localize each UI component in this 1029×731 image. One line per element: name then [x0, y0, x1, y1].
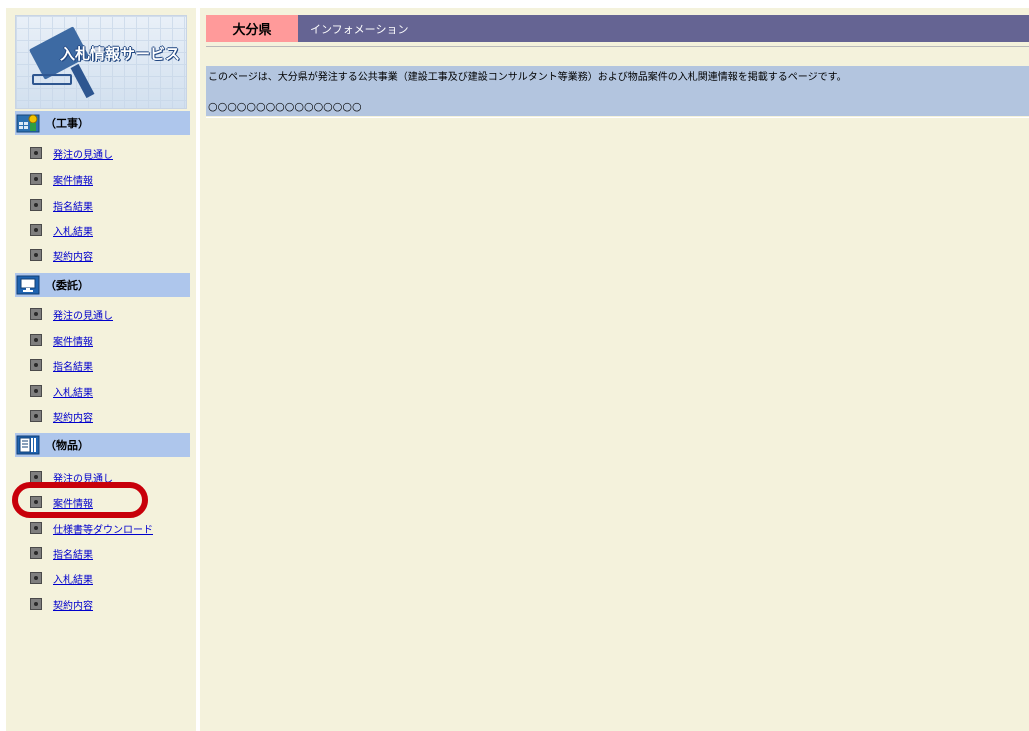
content-rule [206, 117, 1029, 118]
nav-construction-bid-results[interactable]: 入札結果 [30, 223, 93, 238]
nav-construction-contracts[interactable]: 契約内容 [30, 248, 93, 263]
bullet-icon [30, 173, 42, 185]
bullet-icon [30, 224, 42, 236]
bullet-icon [30, 385, 42, 397]
header-bar: 大分県 インフォメーション [206, 15, 1029, 42]
bullet-icon [30, 147, 42, 159]
documents-icon [15, 434, 41, 456]
bullet-icon [30, 522, 42, 534]
nav-goods-spec-download[interactable]: 仕様書等ダウンロード [30, 521, 153, 536]
bullet-icon [30, 199, 42, 211]
construction-icon [15, 112, 41, 134]
prefecture-tab: 大分県 [206, 15, 298, 42]
page-description: このページは、大分県が発注する公共事業（建設工事及び建設コンサルタント等業務）お… [208, 72, 847, 83]
nav-consulting-contracts[interactable]: 契約内容 [30, 409, 93, 424]
nav-link-label[interactable]: 入札結果 [53, 571, 93, 586]
highlight-annotation [12, 482, 148, 518]
bullet-icon [30, 249, 42, 261]
logo-banner: 入札情報サービス [15, 15, 187, 109]
nav-link-label[interactable]: 入札結果 [53, 223, 93, 238]
nav-link-label[interactable]: 契約内容 [53, 248, 93, 263]
logo-title: 入札情報サービス [60, 45, 181, 63]
monitor-icon [15, 274, 41, 296]
nav-consulting-bid-results[interactable]: 入札結果 [30, 384, 93, 399]
nav-link-label[interactable]: 指名結果 [53, 198, 93, 213]
nav-goods-nomination[interactable]: 指名結果 [30, 546, 93, 561]
section-label-consulting: （委託） [45, 279, 89, 292]
nav-goods-contracts[interactable]: 契約内容 [30, 597, 93, 612]
bullet-icon [30, 598, 42, 610]
notice-placeholder: ○○○○○○○○○○○○○○○○ [208, 100, 362, 113]
bullet-icon [30, 359, 42, 371]
nav-link-label[interactable]: 案件情報 [53, 172, 93, 187]
nav-link-label[interactable]: 契約内容 [53, 409, 93, 424]
page-section-title: インフォメーション [310, 22, 409, 36]
bullet-icon [30, 308, 42, 320]
section-label-construction: （工事） [45, 117, 89, 130]
frame-divider [196, 8, 200, 731]
gavel-block-icon [32, 74, 72, 85]
section-label-goods: （物品） [45, 439, 89, 452]
bullet-icon [30, 572, 42, 584]
nav-consulting-nomination[interactable]: 指名結果 [30, 358, 93, 373]
nav-goods-bid-results[interactable]: 入札結果 [30, 571, 93, 586]
nav-link-label[interactable]: 契約内容 [53, 597, 93, 612]
nav-construction-nomination[interactable]: 指名結果 [30, 198, 93, 213]
header-rule [206, 46, 1029, 47]
bullet-icon [30, 547, 42, 559]
nav-link-label[interactable]: 仕様書等ダウンロード [53, 521, 153, 536]
bullet-icon [30, 334, 42, 346]
bullet-icon [30, 410, 42, 422]
nav-consulting-cases[interactable]: 案件情報 [30, 333, 93, 348]
nav-construction-forecast[interactable]: 発注の見通し [30, 146, 113, 161]
section-header-construction: （工事） [15, 111, 190, 135]
section-header-consulting: （委託） [15, 273, 190, 297]
nav-link-label[interactable]: 発注の見通し [53, 307, 113, 322]
nav-link-label[interactable]: 指名結果 [53, 358, 93, 373]
nav-link-label[interactable]: 指名結果 [53, 546, 93, 561]
nav-link-label[interactable]: 発注の見通し [53, 146, 113, 161]
section-header-goods: （物品） [15, 433, 190, 457]
nav-link-label[interactable]: 案件情報 [53, 333, 93, 348]
nav-link-label[interactable]: 入札結果 [53, 384, 93, 399]
nav-consulting-forecast[interactable]: 発注の見通し [30, 307, 113, 322]
nav-construction-cases[interactable]: 案件情報 [30, 172, 93, 187]
info-panel: このページは、大分県が発注する公共事業（建設工事及び建設コンサルタント等業務）お… [206, 66, 1029, 116]
